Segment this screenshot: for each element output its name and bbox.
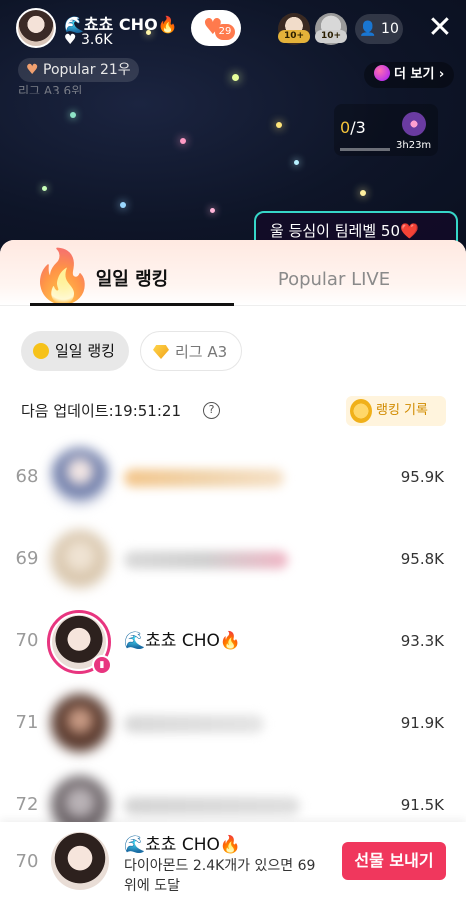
filter-daily-label: 일일 랭킹 xyxy=(55,342,115,360)
rank-number: 70 xyxy=(15,630,39,651)
close-button[interactable]: ✕ xyxy=(422,10,458,46)
mission-widget[interactable]: 0/3 3h23m xyxy=(334,104,438,156)
score: 91.9K xyxy=(400,714,444,732)
league-rank-chip[interactable]: 리그 A3 6위 xyxy=(18,82,138,94)
mission-timer: 3h23m xyxy=(396,140,432,151)
host-avatar[interactable] xyxy=(16,8,56,48)
ranking-history-label: 랭킹 기록 xyxy=(376,403,428,418)
coin-icon xyxy=(33,343,49,359)
bokeh-light xyxy=(180,138,186,144)
mission-done: 0 xyxy=(340,118,351,137)
host-likes: ♥ 3.6K xyxy=(64,32,113,48)
score: 95.9K xyxy=(400,468,444,486)
user-name-blurred xyxy=(124,715,264,733)
more-label: 더 보기 › xyxy=(394,67,445,82)
self-ranking-bar: 70 🌊쵸쵸 CHO🔥 다이아몬드 2.4K개가 있으면 69위에 도달 선물 … xyxy=(0,822,466,901)
bokeh-light xyxy=(232,74,239,81)
avatar[interactable] xyxy=(51,530,109,588)
filter-league[interactable]: 리그 A3 xyxy=(140,331,243,371)
viewer-count: 10 xyxy=(381,21,399,37)
next-update-label: 다음 업데이트:19:51:21 xyxy=(21,402,181,420)
rank-number: 68 xyxy=(15,466,39,487)
send-gift-button[interactable]: 선물 보내기 xyxy=(342,842,446,880)
popular-rank-chip[interactable]: ♥ Popular 21우 xyxy=(18,58,139,82)
ranking-tabs: 🔥 일일 랭킹 Popular LIVE xyxy=(0,240,466,307)
person-icon: 👤 xyxy=(359,21,377,37)
filter-daily-ranking[interactable]: 일일 랭킹 xyxy=(21,331,129,371)
fan-club-count: 29 xyxy=(215,24,235,40)
ranking-sheet: 🔥 일일 랭킹 Popular LIVE 일일 랭킹 리그 A3 다음 업데이트… xyxy=(0,240,466,901)
mission-total: /3 xyxy=(350,118,366,137)
heart-icon: ♥ xyxy=(26,62,39,78)
live-icon: ▮ xyxy=(92,655,112,675)
bokeh-light xyxy=(42,186,47,191)
close-icon: ✕ xyxy=(427,10,453,45)
filter-league-label: 리그 A3 xyxy=(175,343,228,361)
ranking-row-self[interactable]: 70 ▮ 🌊쵸쵸 CHO🔥 93.3K xyxy=(0,600,466,682)
self-rank-message: 다이아몬드 2.4K개가 있으면 69위에 도달 xyxy=(124,858,316,894)
self-rank-number: 70 xyxy=(15,851,39,872)
ranking-row[interactable]: 71 91.9K xyxy=(0,682,466,764)
score: 95.8K xyxy=(400,550,444,568)
user-name-blurred xyxy=(124,469,284,487)
avatar[interactable] xyxy=(51,694,109,752)
mission-progress-bar xyxy=(340,148,390,151)
host-profile[interactable]: 🌊쵸쵸 CHO🔥 ♥ 3.6K xyxy=(14,6,190,50)
score: 93.3K xyxy=(400,632,444,650)
bokeh-light xyxy=(276,122,282,128)
fan-club-button[interactable]: ♥ 29 xyxy=(191,10,241,46)
planet-icon xyxy=(374,65,390,81)
bokeh-light xyxy=(210,208,215,213)
ranking-row[interactable]: 69 95.8K xyxy=(0,518,466,600)
avatar[interactable] xyxy=(51,448,109,506)
rank-number: 69 xyxy=(15,548,39,569)
popular-rank-label: Popular 21우 xyxy=(43,62,131,78)
help-icon[interactable]: ? xyxy=(203,402,220,419)
tab-popular-live[interactable]: Popular LIVE xyxy=(234,240,434,306)
viewer-count-button[interactable]: 👤 10 xyxy=(355,14,403,44)
self-avatar[interactable] xyxy=(51,832,109,890)
user-name: 🌊쵸쵸 CHO🔥 xyxy=(124,631,242,651)
diamond-icon xyxy=(153,345,169,359)
ranking-row[interactable]: 68 95.9K xyxy=(0,436,466,518)
ranking-history-button[interactable]: 랭킹 기록 xyxy=(346,396,446,426)
bokeh-light xyxy=(360,190,366,196)
rank-number: 71 xyxy=(15,712,39,733)
medal-icon xyxy=(350,399,372,423)
live-stream-view: 🌊쵸쵸 CHO🔥 ♥ 3.6K ♥ 29 10+ 10+ 👤 10 ✕ ♥ Po… xyxy=(0,0,466,260)
self-name: 🌊쵸쵸 CHO🔥 xyxy=(124,835,242,855)
more-button[interactable]: 더 보기 › xyxy=(364,62,455,88)
gift-icon xyxy=(402,112,426,136)
bokeh-light xyxy=(294,160,299,165)
bokeh-light xyxy=(70,112,76,118)
tab-daily-ranking[interactable]: 일일 랭킹 xyxy=(30,240,234,306)
user-name-blurred xyxy=(124,797,300,815)
user-name-blurred xyxy=(124,551,288,569)
viewer-level-tag: 10+ xyxy=(315,30,347,43)
bokeh-light xyxy=(120,202,126,208)
viewer-level-tag: 10+ xyxy=(278,30,310,43)
mission-progress: 0/3 xyxy=(340,118,366,137)
